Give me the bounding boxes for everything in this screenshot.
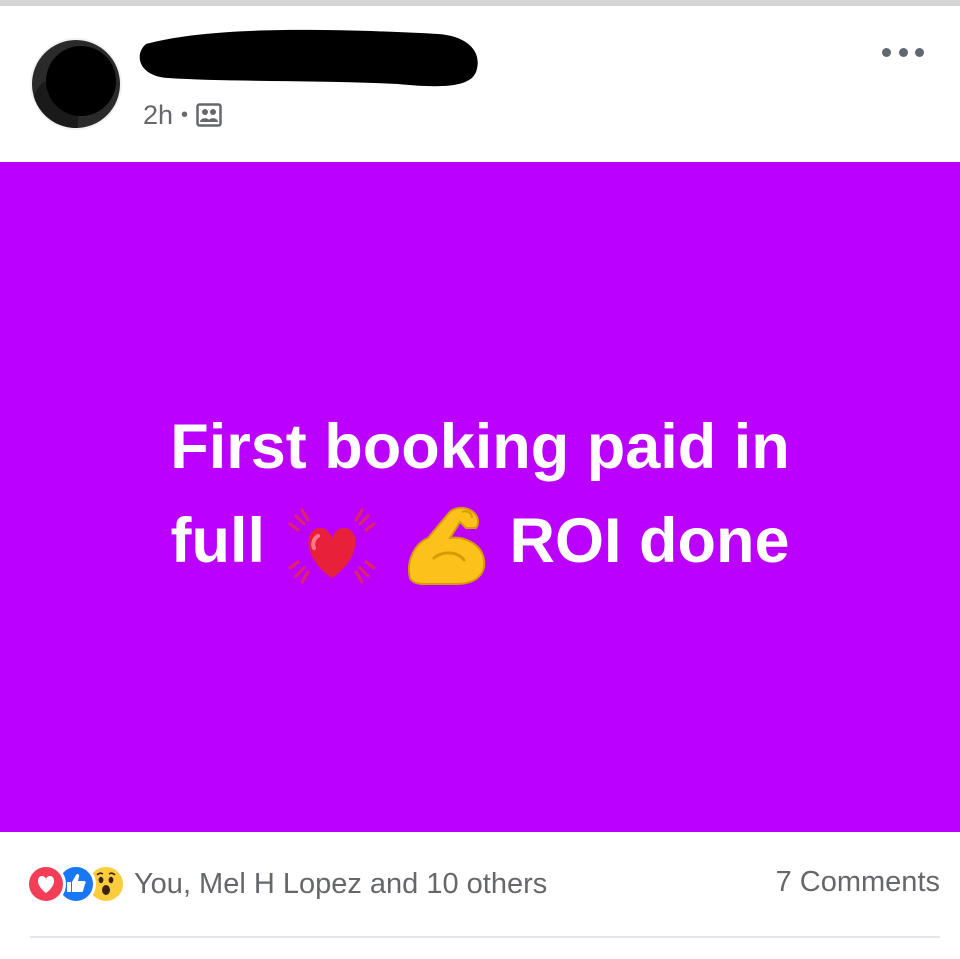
author-name-redaction <box>139 29 478 87</box>
post-text-roi-done: ROI done <box>509 506 790 577</box>
beating-heart-icon <box>288 508 376 584</box>
flexed-biceps-icon <box>408 506 486 585</box>
top-divider-strip <box>0 0 960 6</box>
post-meta: 2h • <box>143 98 222 132</box>
post-text-word-full: full <box>170 506 265 577</box>
post-timestamp[interactable]: 2h <box>143 100 173 131</box>
love-reaction-icon <box>26 864 66 904</box>
comments-count[interactable]: 7 Comments <box>776 866 940 899</box>
post-text: First booking paid in full ROI done <box>100 400 860 593</box>
group-icon <box>196 103 222 127</box>
reactions-text[interactable]: You, Mel H Lopez and 10 others <box>134 868 547 901</box>
reactions-summary[interactable]: You, Mel H Lopez and 10 others <box>26 862 547 906</box>
post-colored-background: First booking paid in full ROI done <box>0 162 960 832</box>
more-options-icon[interactable] <box>882 44 924 60</box>
meta-separator: • <box>181 103 189 126</box>
post-text-line-1: First booking paid in <box>170 412 790 483</box>
author-avatar[interactable] <box>30 38 122 130</box>
avatar-redaction <box>46 46 116 116</box>
action-divider <box>30 936 940 938</box>
post-text-line-2: full ROI done <box>100 494 860 593</box>
